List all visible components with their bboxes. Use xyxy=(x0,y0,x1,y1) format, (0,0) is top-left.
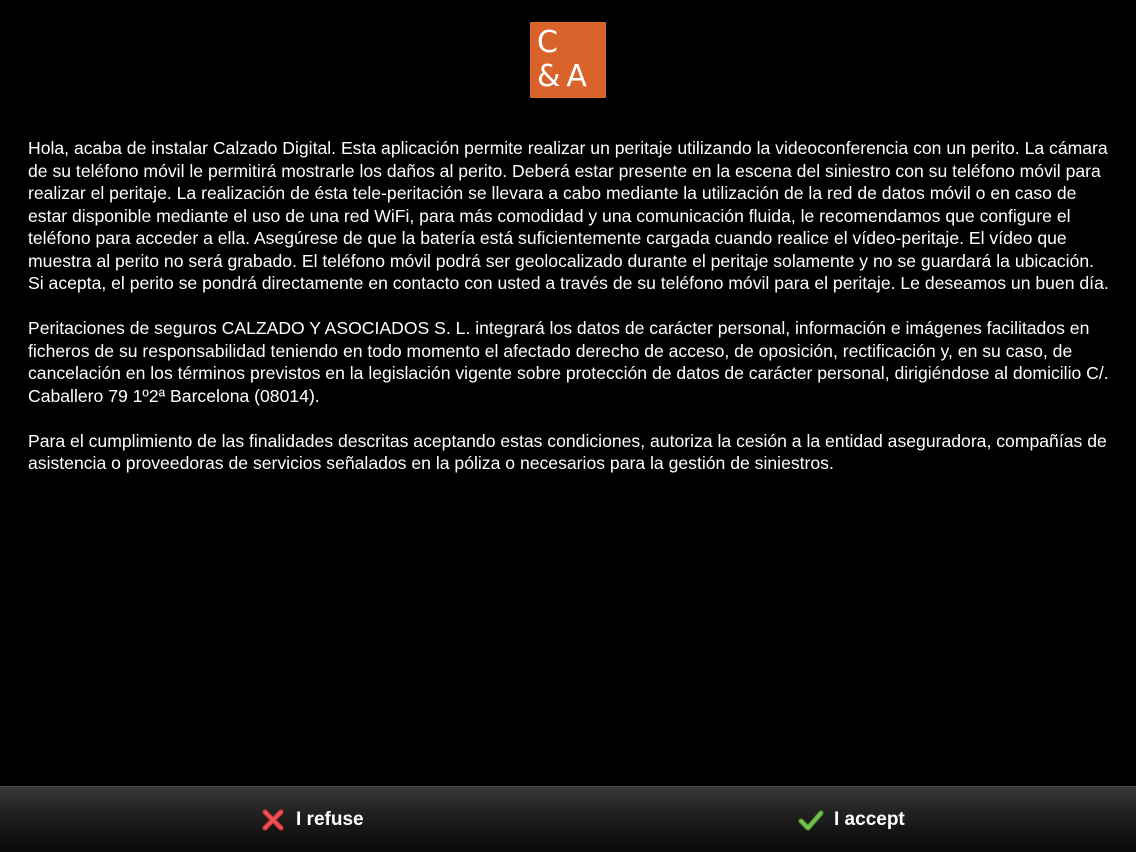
logo-text-line1: C xyxy=(537,25,558,60)
terms-text: Hola, acaba de instalar Calzado Digital.… xyxy=(28,137,1113,497)
privacy-paragraph: Peritaciones de seguros CALZADO Y ASOCIA… xyxy=(28,318,1109,406)
refuse-button[interactable]: I refuse xyxy=(260,787,364,852)
accept-label: I accept xyxy=(834,808,905,830)
accept-button[interactable]: I accept xyxy=(798,787,905,852)
refuse-label: I refuse xyxy=(296,808,364,830)
intro-paragraph: Hola, acaba de instalar Calzado Digital.… xyxy=(28,138,1109,293)
action-bar: I refuse I accept xyxy=(0,786,1136,852)
checkmark-icon xyxy=(798,807,824,833)
logo-text-line2: &A xyxy=(537,59,593,94)
close-icon xyxy=(260,807,286,833)
consent-paragraph: Para el cumplimiento de las finalidades … xyxy=(28,430,1107,474)
company-logo: C &A xyxy=(530,22,606,98)
